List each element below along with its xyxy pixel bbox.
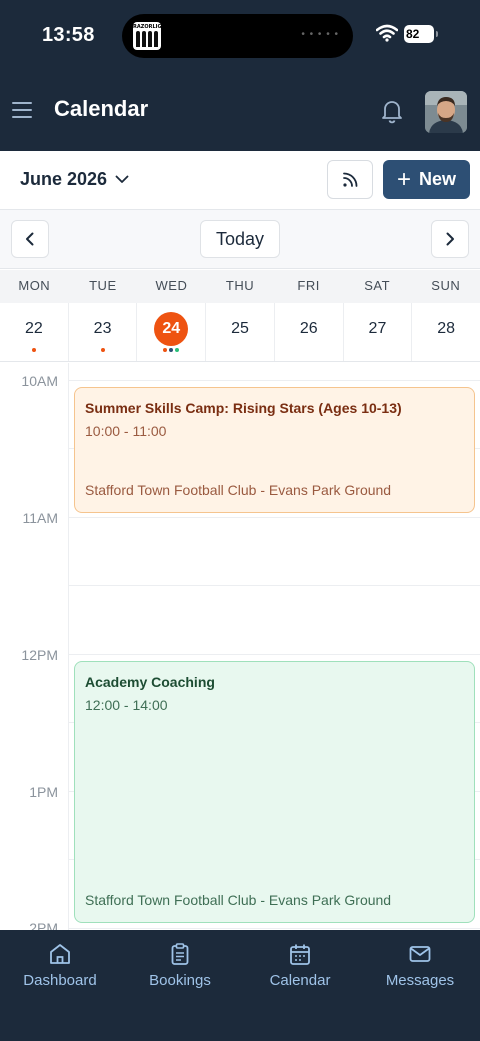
weekday-label: WED: [155, 278, 188, 293]
event-title: Academy Coaching: [85, 674, 215, 690]
weekday-label: TUE: [89, 278, 117, 293]
hour-line: [68, 928, 480, 929]
calendar-feed-button[interactable]: [327, 160, 373, 199]
new-event-button[interactable]: + New: [383, 160, 470, 199]
day-timeline[interactable]: 10AM 11AM 12PM 1PM 2PM Summer Skills Cam…: [0, 363, 480, 930]
app-header: Calendar: [0, 76, 480, 151]
hour-line: [68, 654, 480, 655]
dynamic-island: RAZORLIGHT • • • • •: [122, 14, 353, 58]
event-time: 12:00 - 14:00: [85, 697, 168, 713]
tab-calendar[interactable]: Calendar: [240, 930, 360, 1041]
date-number: 24: [162, 320, 181, 337]
hour-label: 11AM: [22, 510, 58, 526]
status-bar: 13:58 RAZORLIGHT • • • • • 82: [0, 0, 480, 76]
event-dots: [69, 348, 137, 352]
avatar[interactable]: [425, 91, 467, 133]
date-cell[interactable]: 28: [412, 303, 480, 361]
next-week-button[interactable]: [431, 220, 469, 258]
weekday-label: MON: [18, 278, 51, 293]
bell-icon[interactable]: [380, 98, 404, 124]
event-title: Summer Skills Camp: Rising Stars (Ages 1…: [85, 400, 402, 416]
club-logo-text: RAZORLIGHT: [133, 24, 161, 30]
event-time: 10:00 - 11:00: [85, 423, 167, 439]
date-number: 22: [24, 320, 43, 337]
date-cell[interactable]: 26: [275, 303, 344, 361]
weekday-header: MON TUE WED THU FRI SAT SUN: [0, 270, 480, 303]
mail-icon: [409, 946, 431, 962]
date-cell-selected[interactable]: 24: [137, 303, 207, 361]
date-number: 23: [93, 320, 112, 337]
date-row: 22 23 24 25 26 27 28: [0, 303, 480, 362]
chevron-left-icon: [26, 232, 34, 246]
chevron-down-icon: [115, 175, 129, 183]
date-number: 27: [368, 320, 387, 337]
month-label: June 2026: [20, 169, 108, 189]
weekday-label: SUN: [431, 278, 461, 293]
status-time: 13:58: [42, 24, 95, 46]
date-cell[interactable]: 22: [0, 303, 69, 361]
date-cell[interactable]: 27: [344, 303, 413, 361]
hour-line: [68, 517, 480, 518]
page-title: Calendar: [54, 96, 149, 121]
hour-label: 10AM: [21, 373, 58, 389]
tab-bookings[interactable]: Bookings: [120, 930, 240, 1041]
date-number: 28: [437, 320, 456, 337]
rss-icon: [343, 172, 358, 187]
island-indicator: • • • • •: [301, 29, 339, 40]
calendar-icon: [290, 944, 310, 965]
event-card[interactable]: Academy Coaching 12:00 - 14:00 Stafford …: [74, 661, 475, 923]
tab-label: Calendar: [269, 972, 331, 989]
calendar-toolbar: June 2026 + New: [0, 151, 480, 210]
wifi-icon: [376, 24, 398, 42]
tab-label: Bookings: [149, 972, 211, 989]
month-selector[interactable]: June 2026: [20, 169, 129, 190]
previous-week-button[interactable]: [11, 220, 49, 258]
weekday-label: FRI: [297, 278, 320, 293]
event-location: Stafford Town Football Club - Evans Park…: [85, 892, 392, 908]
menu-icon[interactable]: [12, 100, 32, 118]
event-dots: [137, 348, 205, 352]
date-number: 26: [299, 320, 318, 337]
club-logo: RAZORLIGHT: [133, 22, 161, 50]
tab-label: Dashboard: [23, 972, 97, 989]
date-cell[interactable]: 25: [206, 303, 275, 361]
weekday-label: THU: [225, 278, 255, 293]
tab-messages[interactable]: Messages: [360, 930, 480, 1041]
tab-dashboard[interactable]: Dashboard: [0, 930, 120, 1041]
hour-label: 12PM: [21, 647, 58, 663]
tab-label: Messages: [385, 972, 455, 989]
clipboard-icon: [171, 943, 189, 965]
date-cell[interactable]: 23: [69, 303, 138, 361]
half-hour-line: [68, 585, 480, 586]
hour-label: 1PM: [29, 784, 58, 800]
home-icon: [50, 944, 70, 964]
chevron-right-icon: [446, 232, 454, 246]
today-button[interactable]: Today: [200, 220, 280, 258]
plus-icon: +: [396, 165, 411, 193]
event-card[interactable]: Summer Skills Camp: Rising Stars (Ages 1…: [74, 387, 475, 513]
battery-icon: 82: [404, 25, 438, 43]
week-navigation: Today: [0, 210, 480, 269]
event-location: Stafford Town Football Club - Evans Park…: [85, 482, 392, 498]
bottom-navigation: Dashboard Bookings Calendar Messages: [0, 930, 480, 1041]
hour-line: [68, 380, 480, 381]
event-dots: [0, 348, 68, 352]
date-number: 25: [231, 320, 249, 337]
hour-label: 2PM: [29, 920, 58, 930]
new-button-label: New: [419, 169, 457, 189]
weekday-label: SAT: [364, 278, 391, 293]
